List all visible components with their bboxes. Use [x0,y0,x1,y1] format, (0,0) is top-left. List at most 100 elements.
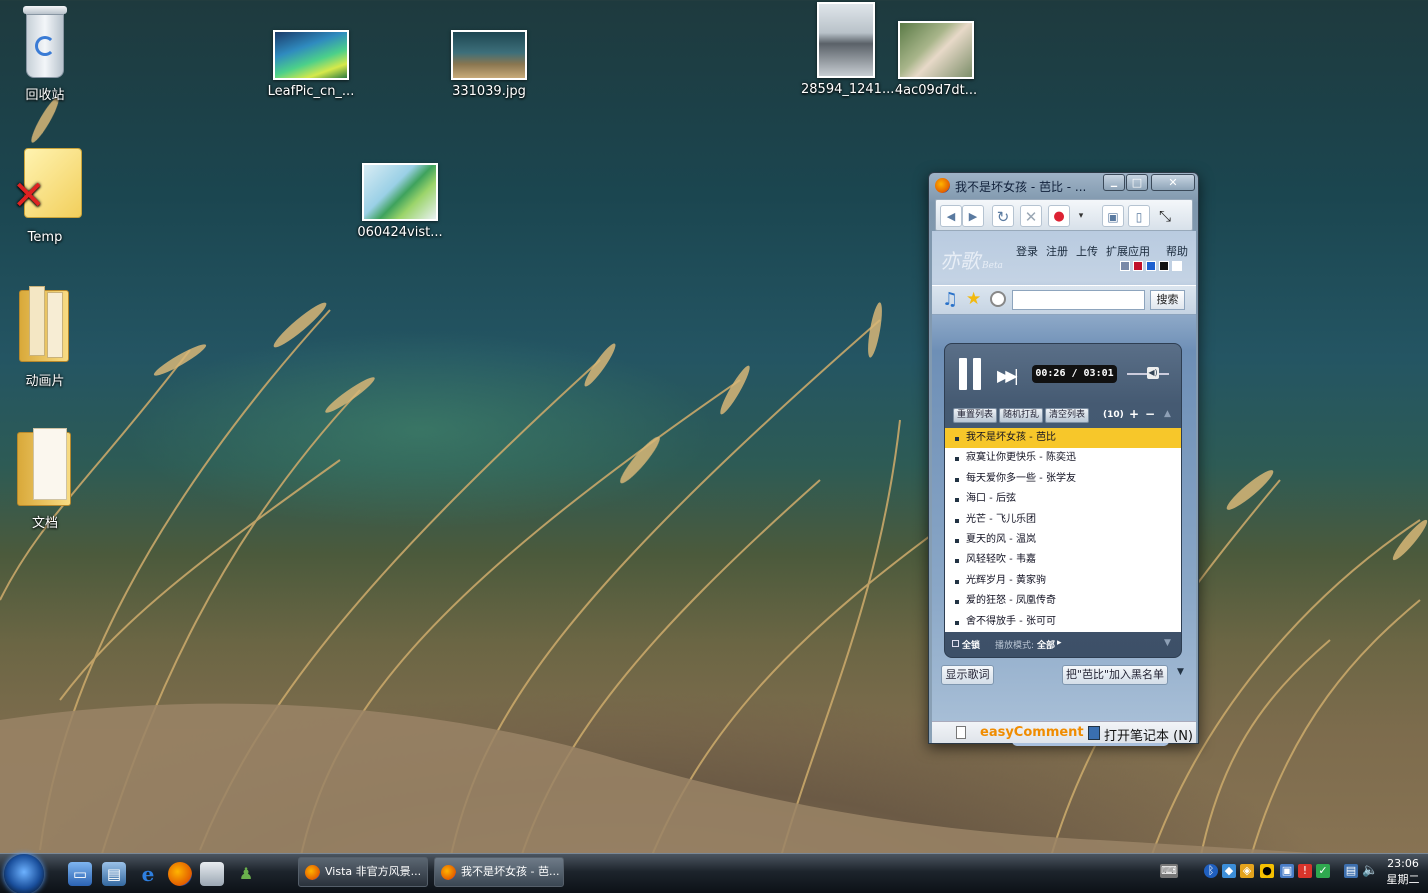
addon-icon[interactable]: ● [1048,205,1070,227]
forward-button[interactable]: ▶ [962,205,984,227]
volume-icon[interactable]: 🔈 [1362,864,1378,878]
menu-help[interactable]: 帮助 [1166,243,1188,259]
pause-button[interactable] [959,358,983,390]
image-thumbnail [273,30,349,80]
desktop-icon-28594[interactable]: 28594_1241... [801,2,894,97]
dropdown-icon[interactable]: ▼ [1177,667,1184,677]
internet-explorer-icon[interactable]: e [136,862,160,886]
playlist-item[interactable]: 爱的狂怒 - 凤凰传奇 [945,591,1181,611]
desktop-icon-recycle-bin[interactable]: 回收站 [0,4,90,103]
show-lyrics-button[interactable]: 显示歌词 [941,665,994,685]
star-icon[interactable]: ★ [966,289,981,309]
easycomment-link[interactable]: easyComment [980,725,1084,740]
icon-label: 060424vist... [357,225,443,240]
back-button[interactable]: ◀ [940,205,962,227]
clock-icon[interactable] [990,291,1006,307]
desktop-icon-documents[interactable]: 文档 [0,428,90,531]
desktop-icon-4ac09d7dt[interactable]: 4ac09d7dt... [891,21,981,98]
playlist-item[interactable]: 光辉岁月 - 黄家驹 [945,571,1181,591]
icon-label: 文档 [31,516,58,531]
close-button[interactable]: ✕ [1151,174,1195,191]
dropdown-arrow-icon[interactable]: ▾ [1070,205,1092,227]
desktop-icon-060424vist[interactable]: 060424vist... [355,163,445,240]
keyboard-icon[interactable]: ⌨ [1160,864,1178,878]
playlist-item[interactable]: 光芒 - 飞儿乐团 [945,510,1181,530]
desktop-icon-animation[interactable]: 动画片 [0,286,90,389]
search-input[interactable] [1012,290,1145,310]
maximize-button[interactable]: □ [1126,174,1148,191]
antivirus-icon[interactable]: ◈ [1240,864,1254,878]
blacklist-button[interactable]: 把"芭比"加入黑名单 [1062,665,1168,685]
taskbar-button-label: 我不是坏女孩 - 芭... [461,865,560,878]
add-icon[interactable]: + [1129,407,1139,421]
reset-list-button[interactable]: 重置列表 [953,408,998,423]
theme-swatch[interactable] [1146,261,1156,271]
open-notebook-link[interactable]: 打开笔记本 (N) [1104,725,1193,744]
qq-icon[interactable]: ● [1260,864,1274,878]
playlist-item-selected[interactable]: 我不是坏女孩 - 芭比 [945,428,1181,449]
menu-extensions[interactable]: 扩展应用 [1106,243,1150,259]
search-row: ♫ ★ 搜索 [932,285,1196,315]
menu-register[interactable]: 注册 [1046,243,1068,259]
volume-icon[interactable]: ◀) [1147,367,1159,379]
navigation-toolbar: ◀ ▶ ↻ ✕ ● ▾ ▣ ▯ ⤡ [935,199,1193,231]
recycle-bin-icon [20,4,70,80]
play-mode-value[interactable]: 全部 [1037,638,1055,651]
lock-checkbox[interactable] [952,640,959,647]
site-logo[interactable]: 亦歌 Beta [940,245,1003,274]
bluetooth-icon[interactable]: ᛒ [1204,864,1218,878]
theme-swatch[interactable] [1133,261,1143,271]
folder-icon: ✕ [12,146,82,218]
playlist-item[interactable]: 海口 - 后弦 [945,489,1181,509]
clear-list-button[interactable]: 清空列表 [1045,408,1090,423]
next-track-icon[interactable]: ▶▶| [997,366,1019,385]
notebook-icon [1088,726,1100,740]
theme-swatch[interactable] [1159,261,1169,271]
search-button[interactable]: 搜索 [1150,290,1185,310]
display-icon[interactable]: ▣ [1280,864,1294,878]
firefox-icon[interactable] [168,862,192,886]
show-desktop-icon[interactable]: ▭ [68,862,92,886]
network-share-icon[interactable]: ◆ [1222,864,1236,878]
remove-icon[interactable]: − [1145,407,1155,421]
network-icon[interactable]: ▤ [1344,864,1358,878]
playlist-item[interactable]: 寂寞让你更快乐 - 陈奕迅 [945,448,1181,468]
browser-window: 我不是坏女孩 - 芭比 - ... ▁ □ ✕ ◀ ▶ ↻ ✕ ● ▾ ▣ ▯ … [928,172,1199,746]
playlist-item[interactable]: 夏天的风 - 温岚 [945,530,1181,550]
taskbar-button-player[interactable]: 我不是坏女孩 - 芭... [434,857,564,887]
collapse-icon[interactable]: ▲ [1164,409,1171,419]
firefox-icon [441,865,456,880]
playlist-item[interactable]: 每天爱你多一些 - 张学友 [945,469,1181,489]
theme-swatch[interactable] [1172,261,1182,271]
music-note-icon[interactable]: ♫ [942,289,958,310]
menu-login[interactable]: 登录 [1016,243,1038,259]
security-shield-icon[interactable]: ✓ [1316,864,1330,878]
shuffle-button[interactable]: 随机打乱 [999,408,1044,423]
playlist-item[interactable]: 风轻轻吹 - 韦嘉 [945,550,1181,570]
system-clock[interactable]: 23:06 星期二 [1380,856,1426,888]
theme-swatch[interactable] [1120,261,1130,271]
expand-icon[interactable]: ▼ [1164,638,1171,648]
playlist-item[interactable]: 舍不得放手 - 张可可 [945,612,1181,632]
start-button[interactable] [4,854,44,893]
lock-label: 全锁 [962,641,981,651]
desktop-icon-331039[interactable]: 331039.jpg [444,30,534,99]
window-titlebar[interactable]: 我不是坏女孩 - 芭比 - ... ▁ □ ✕ [929,173,1198,199]
taskbar-button-vista[interactable]: Vista 非官方风景... [298,857,428,887]
warning-icon[interactable]: ! [1298,864,1312,878]
desktop-icon-leafpic[interactable]: LeafPic_cn_... [266,30,356,99]
stop-button[interactable]: ✕ [1020,205,1042,227]
clock-day: 星期二 [1386,873,1420,886]
sidebar-icon[interactable]: ▯ [1128,205,1150,227]
desktop-icon-temp[interactable]: ✕ Temp [0,146,90,245]
resize-icon[interactable]: ⤡ [1154,205,1176,227]
switch-windows-icon[interactable]: ▤ [102,862,126,886]
wallpaper-grass [0,97,1428,893]
computer-icon[interactable] [200,862,224,886]
reload-button[interactable]: ↻ [992,205,1014,227]
menu-upload[interactable]: 上传 [1076,243,1098,259]
bookmark-icon[interactable]: ▣ [1102,205,1124,227]
minimize-button[interactable]: ▁ [1103,174,1125,191]
messenger-icon[interactable]: ♟ [234,862,258,886]
mode-arrow-icon[interactable]: ▸ [1057,638,1062,648]
